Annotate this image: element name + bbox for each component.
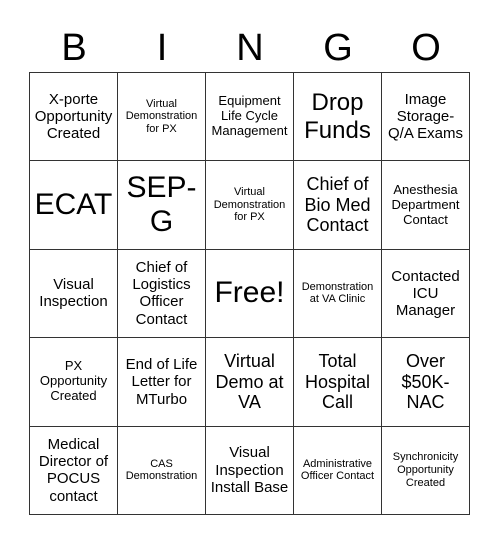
bingo-cell[interactable]: Virtual Demo at VA bbox=[206, 338, 294, 427]
bingo-cell[interactable]: Synchronicity Opportunity Created bbox=[382, 426, 470, 515]
bingo-cell[interactable]: CAS Demonstration bbox=[118, 426, 206, 515]
bingo-cell[interactable]: Medical Director of POCUS contact bbox=[30, 426, 118, 515]
header-letter-b: B bbox=[61, 27, 87, 69]
header-letter-o: O bbox=[411, 27, 441, 69]
bingo-cell[interactable]: Chief of Logistics Officer Contact bbox=[118, 249, 206, 339]
bingo-cell[interactable]: Demonstration at VA Clinic bbox=[294, 249, 382, 339]
header-letter-n: N bbox=[236, 27, 264, 69]
bingo-cell[interactable]: ECAT bbox=[30, 161, 118, 250]
bingo-cell[interactable]: Image Storage-Q/A Exams bbox=[382, 73, 470, 162]
bingo-cell[interactable]: Virtual Demonstration for PX bbox=[206, 161, 294, 250]
bingo-cell[interactable]: Chief of Bio Med Contact bbox=[294, 161, 382, 250]
bingo-header: B I N G O bbox=[30, 24, 470, 72]
bingo-cell[interactable]: Over $50K-NAC bbox=[382, 338, 470, 427]
bingo-cell[interactable]: Visual Inspection bbox=[30, 249, 118, 339]
bingo-cell[interactable]: SEP-G bbox=[118, 161, 206, 250]
bingo-cell[interactable]: Contacted ICU Manager bbox=[382, 249, 470, 339]
bingo-cell[interactable]: Visual Inspection Install Base bbox=[206, 426, 294, 515]
header-letter-i: I bbox=[156, 27, 168, 69]
bingo-cell[interactable]: Equipment Life Cycle Management bbox=[206, 73, 294, 162]
bingo-cell-free[interactable]: Free! bbox=[206, 249, 294, 339]
bingo-cell[interactable]: Drop Funds bbox=[294, 73, 382, 162]
bingo-grid: X-porte Opportunity Created Virtual Demon… bbox=[29, 72, 470, 515]
bingo-cell[interactable]: Total Hospital Call bbox=[294, 338, 382, 427]
bingo-cell[interactable]: X-porte Opportunity Created bbox=[30, 73, 118, 162]
bingo-cell[interactable]: Anesthesia Department Contact bbox=[382, 161, 470, 250]
bingo-cell[interactable]: PX Opportunity Created bbox=[30, 338, 118, 427]
bingo-cell[interactable]: Virtual Demonstration for PX bbox=[118, 73, 206, 162]
bingo-cell[interactable]: Administrative Officer Contact bbox=[294, 426, 382, 515]
bingo-cell[interactable]: End of Life Letter for MTurbo bbox=[118, 338, 206, 427]
header-letter-g: G bbox=[323, 27, 353, 69]
